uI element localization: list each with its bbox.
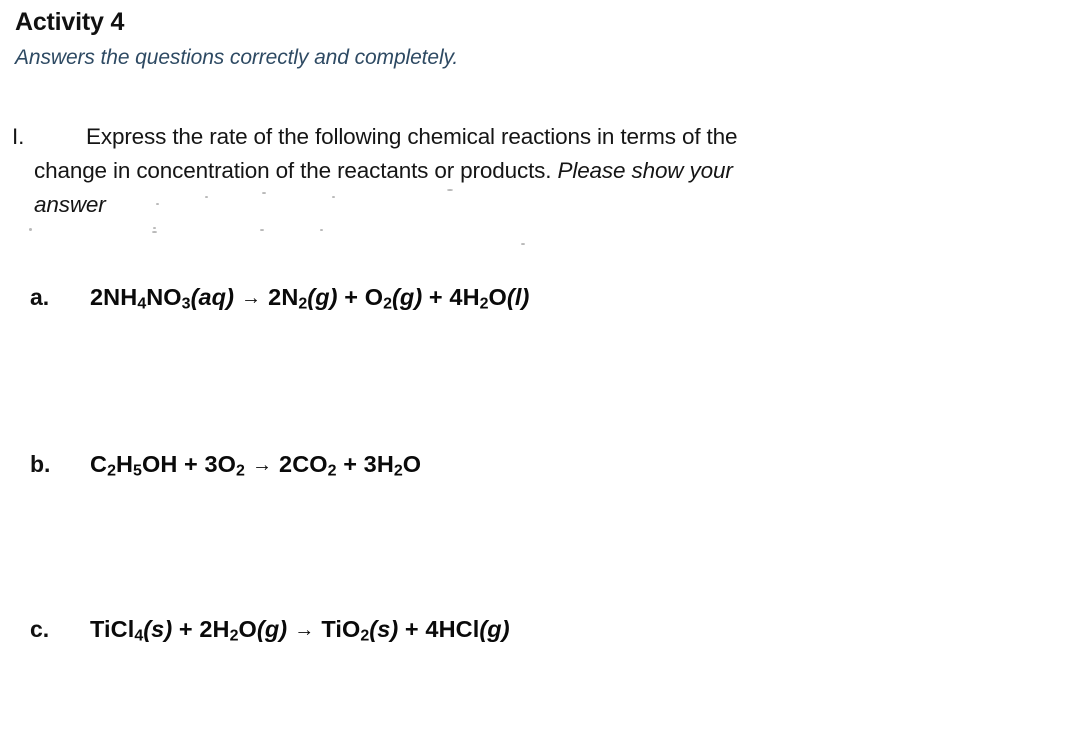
subscript-number: 4 — [137, 295, 147, 313]
plus-sign: + — [172, 616, 200, 642]
instruction-line-2-normal: change in concentration of the reactants… — [34, 158, 558, 183]
equation-label-c: c. — [30, 616, 50, 642]
physical-state-label: (g) — [391, 284, 423, 310]
equation-row-b: b. C2H5OH + 3O2 → 2CO2 + 3H2O — [30, 451, 421, 481]
scan-speck — [320, 229, 323, 231]
chemical-species: 2H2O(g) — [199, 616, 288, 645]
scan-speck — [153, 227, 156, 229]
stoichiometric-coefficient: 3 — [363, 451, 377, 477]
element-symbol: NH — [103, 284, 138, 310]
document-page: Activity 4 Answers the questions correct… — [0, 0, 1080, 743]
scan-speck — [29, 228, 32, 231]
element-symbol: O — [488, 284, 507, 310]
equation-label-b: b. — [30, 451, 51, 477]
physical-state-label: (g) — [307, 284, 338, 310]
stoichiometric-coefficient: 3 — [204, 451, 218, 477]
chemical-species: 4HCl(g) — [425, 616, 509, 642]
equation-row-a: a. 2NH4NO3(aq) → 2N2(g) + O2(g) + 4H2O(l) — [30, 284, 529, 314]
stoichiometric-coefficient: 2 — [279, 451, 293, 477]
element-symbol: TiO — [321, 616, 361, 642]
chemical-species: TiO2(s) — [321, 616, 399, 645]
chemical-species: C2H5OH — [90, 451, 178, 480]
element-symbol: H — [376, 451, 394, 477]
equation-body-c: TiCl4(s) + 2H2O(g) → TiO2(s) + 4HCl(g) — [90, 616, 510, 646]
element-symbol: H — [115, 451, 134, 477]
element-symbol: HCl — [438, 616, 480, 642]
physical-state-label: (aq) — [190, 284, 235, 310]
subscript-number: 4 — [134, 627, 144, 645]
subscript-number: 5 — [133, 462, 142, 480]
stoichiometric-coefficient: 2 — [268, 284, 282, 310]
chemical-species: 3O2 — [204, 451, 245, 480]
subscript-number: 2 — [360, 627, 370, 645]
chemical-species: 2N2(g) — [268, 284, 338, 313]
element-symbol: N — [281, 284, 299, 310]
chemical-species: 2NH4NO3(aq) — [90, 284, 235, 313]
equation-label-a: a. — [30, 284, 50, 310]
plus-sign: + — [398, 616, 426, 642]
element-symbol: NO — [146, 284, 182, 310]
instruction-numeral: I. — [12, 124, 25, 149]
subscript-number: 2 — [479, 295, 489, 313]
instruction-line-1: Express the rate of the following chemic… — [86, 124, 738, 149]
chemical-species: 4H2O(l) — [449, 284, 530, 313]
instruction-line-2: change in concentration of the reactants… — [12, 154, 997, 188]
element-symbol: CO — [292, 451, 328, 477]
plus-sign: + — [336, 451, 364, 477]
chemical-species: 2CO2 — [279, 451, 337, 480]
plus-sign: + — [422, 284, 450, 310]
scan-speck — [260, 229, 264, 231]
subscript-number: 2 — [383, 295, 392, 313]
page-title: Activity 4 — [15, 8, 125, 36]
scan-speck — [205, 196, 208, 198]
instruction-line-3: answer — [34, 192, 106, 217]
element-symbol: O — [217, 451, 237, 477]
physical-state-label: (g) — [256, 616, 288, 642]
subscript-number: 2 — [327, 462, 337, 480]
chemical-species: O2(g) — [364, 284, 423, 313]
scan-speck — [262, 192, 266, 194]
scan-speck — [521, 243, 525, 245]
equation-body-a: 2NH4NO3(aq) → 2N2(g) + O2(g) + 4H2O(l) — [90, 284, 529, 314]
element-symbol: TiCl — [90, 616, 135, 642]
physical-state-label: (l) — [506, 284, 530, 310]
element-symbol: C — [90, 451, 108, 477]
subscript-number: 3 — [181, 295, 191, 313]
chemical-species: TiCl4(s) — [90, 616, 173, 645]
subscript-number: 2 — [229, 627, 239, 645]
element-symbol: O — [402, 451, 422, 477]
element-symbol: H — [212, 616, 230, 642]
instruction-block: I. Express the rate of the following chem… — [12, 120, 997, 222]
equation-body-b: C2H5OH + 3O2 → 2CO2 + 3H2O — [90, 451, 421, 481]
physical-state-label: (g) — [479, 616, 510, 642]
instruction-line-2-italic: Please show your — [557, 158, 733, 183]
element-symbol: OH — [141, 451, 178, 477]
plus-sign: + — [337, 284, 365, 310]
subscript-number: 2 — [236, 462, 245, 480]
element-symbol: H — [462, 284, 480, 310]
reaction-arrow: → — [241, 287, 262, 309]
scan-speck — [152, 231, 157, 233]
stoichiometric-coefficient: 4 — [449, 284, 463, 310]
chemical-species: 3H2O — [363, 451, 422, 480]
equation-row-c: c. TiCl4(s) + 2H2O(g) → TiO2(s) + 4HCl(g) — [30, 616, 510, 646]
scan-speck — [447, 189, 453, 191]
scan-speck — [156, 203, 159, 205]
scan-speck — [332, 196, 335, 198]
stoichiometric-coefficient: 2 — [90, 284, 104, 310]
element-symbol: O — [364, 284, 384, 310]
physical-state-label: (s) — [143, 616, 173, 642]
subscript-number: 2 — [298, 295, 308, 313]
subscript-number: 2 — [107, 462, 116, 480]
reaction-arrow: → — [294, 619, 315, 641]
subscript-number: 2 — [393, 462, 403, 480]
element-symbol: O — [238, 616, 257, 642]
stoichiometric-coefficient: 4 — [425, 616, 439, 642]
reaction-arrow: → — [251, 454, 273, 476]
plus-sign: + — [177, 451, 205, 477]
stoichiometric-coefficient: 2 — [199, 616, 213, 642]
page-subtitle: Answers the questions correctly and comp… — [15, 46, 459, 69]
physical-state-label: (s) — [369, 616, 399, 642]
